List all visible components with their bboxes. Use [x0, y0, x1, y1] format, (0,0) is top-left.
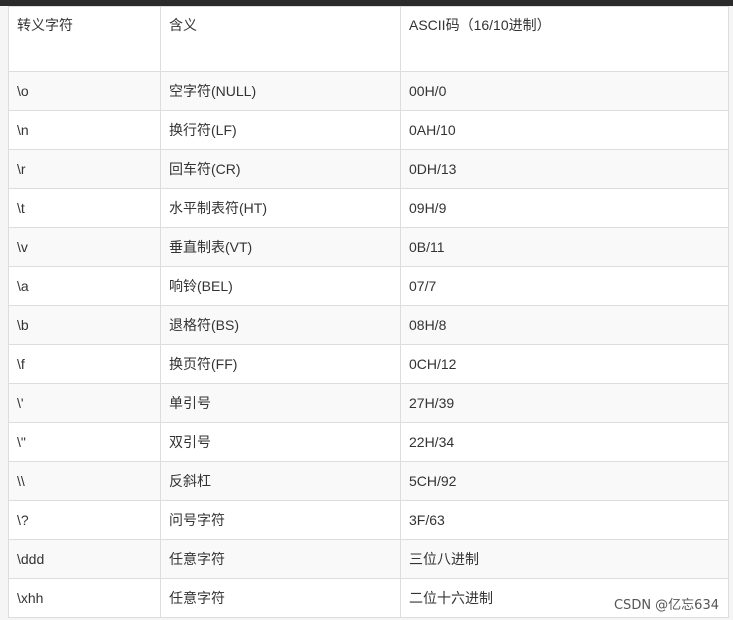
table-row: \t 水平制表符(HT) 09H/9 — [8, 188, 729, 228]
cell-meaning: 双引号 — [160, 422, 401, 462]
table-row: \" 双引号 22H/34 — [8, 422, 729, 462]
table-row: \ddd 任意字符 三位八进制 — [8, 539, 729, 579]
cell-ascii-code: 00H/0 — [400, 71, 729, 111]
cell-ascii-code: 5CH/92 — [400, 461, 729, 501]
table-row: \r 回车符(CR) 0DH/13 — [8, 149, 729, 189]
cell-escape-char: \t — [8, 188, 161, 228]
cell-ascii-code: 3F/63 — [400, 500, 729, 540]
cell-escape-char: \ddd — [8, 539, 161, 579]
cell-meaning: 回车符(CR) — [160, 149, 401, 189]
cell-ascii-code: 三位八进制 — [400, 539, 729, 579]
header-escape-char: 转义字符 — [8, 6, 161, 72]
header-meaning: 含义 — [160, 6, 401, 72]
cell-meaning: 垂直制表(VT) — [160, 227, 401, 267]
cell-meaning: 任意字符 — [160, 578, 401, 618]
cell-escape-char: \b — [8, 305, 161, 345]
cell-escape-char: \a — [8, 266, 161, 306]
cell-ascii-code: 09H/9 — [400, 188, 729, 228]
header-ascii-code: ASCII码（16/10进制） — [400, 6, 729, 72]
cell-escape-char: \n — [8, 110, 161, 150]
cell-meaning: 单引号 — [160, 383, 401, 423]
cell-ascii-code: 0CH/12 — [400, 344, 729, 384]
cell-ascii-code: 0B/11 — [400, 227, 729, 267]
table-row: \o 空字符(NULL) 00H/0 — [8, 71, 729, 111]
cell-meaning: 响铃(BEL) — [160, 266, 401, 306]
table-row: \\ 反斜杠 5CH/92 — [8, 461, 729, 501]
cell-escape-char: \" — [8, 422, 161, 462]
cell-meaning: 任意字符 — [160, 539, 401, 579]
cell-escape-char: \f — [8, 344, 161, 384]
page-content: 转义字符 含义 ASCII码（16/10进制） \o 空字符(NULL) 00H… — [0, 6, 733, 620]
table-row: \v 垂直制表(VT) 0B/11 — [8, 227, 729, 267]
cell-meaning: 反斜杠 — [160, 461, 401, 501]
table-row: \a 响铃(BEL) 07/7 — [8, 266, 729, 306]
table-row: \? 问号字符 3F/63 — [8, 500, 729, 540]
cell-meaning: 水平制表符(HT) — [160, 188, 401, 228]
cell-escape-char: \r — [8, 149, 161, 189]
cell-escape-char: \\ — [8, 461, 161, 501]
table-row: \' 单引号 27H/39 — [8, 383, 729, 423]
table-row: \n 换行符(LF) 0AH/10 — [8, 110, 729, 150]
cell-escape-char: \? — [8, 500, 161, 540]
cell-ascii-code: 07/7 — [400, 266, 729, 306]
header-row: 转义字符 含义 ASCII码（16/10进制） — [8, 6, 729, 72]
cell-escape-char: \v — [8, 227, 161, 267]
csdn-watermark: CSDN @亿忘634 — [613, 598, 719, 613]
table-header: 转义字符 含义 ASCII码（16/10进制） — [8, 6, 729, 72]
cell-ascii-code: 27H/39 — [400, 383, 729, 423]
cell-meaning: 换行符(LF) — [160, 110, 401, 150]
cell-ascii-code: 08H/8 — [400, 305, 729, 345]
cell-ascii-code: 22H/34 — [400, 422, 729, 462]
table-row: \b 退格符(BS) 08H/8 — [8, 305, 729, 345]
cell-meaning: 退格符(BS) — [160, 305, 401, 345]
cell-meaning: 换页符(FF) — [160, 344, 401, 384]
escape-sequence-table: 转义字符 含义 ASCII码（16/10进制） \o 空字符(NULL) 00H… — [8, 6, 729, 618]
cell-ascii-code: 0DH/13 — [400, 149, 729, 189]
cell-ascii-code: 0AH/10 — [400, 110, 729, 150]
table-row: \f 换页符(FF) 0CH/12 — [8, 344, 729, 384]
cell-meaning: 问号字符 — [160, 500, 401, 540]
cell-escape-char: \' — [8, 383, 161, 423]
table-body: \o 空字符(NULL) 00H/0 \n 换行符(LF) 0AH/10 \r … — [8, 71, 729, 618]
cell-escape-char: \o — [8, 71, 161, 111]
cell-escape-char: \xhh — [8, 578, 161, 618]
cell-meaning: 空字符(NULL) — [160, 71, 401, 111]
